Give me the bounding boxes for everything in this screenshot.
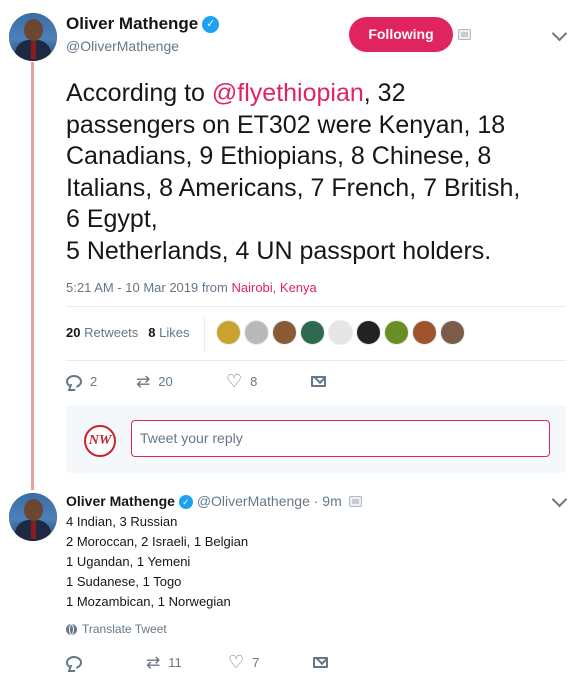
chevron-down-icon[interactable] (551, 491, 568, 508)
liker-avatar[interactable] (356, 320, 381, 345)
liker-avatar[interactable] (440, 320, 465, 345)
reply-line: 1 Mozambican, 1 Norwegian (66, 594, 231, 609)
heart-icon: ♡ (226, 371, 243, 391)
like-action[interactable]: ♡ 8 (226, 372, 311, 390)
tweet-line-5: 6 Egypt, (66, 205, 158, 233)
liker-avatar[interactable] (384, 320, 409, 345)
reply-author-handle[interactable]: @OliverMathenge (197, 493, 310, 509)
reply-text: 4 Indian, 3 Russian 2 Moroccan, 2 Israel… (66, 512, 248, 612)
location-link[interactable]: Nairobi, Kenya (231, 280, 316, 295)
image-icon (458, 29, 471, 40)
reply-line: 1 Sudanese, 1 Togo (66, 574, 182, 589)
timestamp[interactable]: 5:21 AM - 10 Mar 2019 from (66, 280, 228, 295)
engagement-stats: 20 Retweets 8 Likes (66, 325, 190, 340)
liker-avatar[interactable] (412, 320, 437, 345)
verified-badge-icon: ✓ (178, 495, 193, 510)
reply-icon (66, 655, 82, 669)
tweet-meta: 5:21 AM - 10 Mar 2019 from Nairobi, Keny… (66, 280, 317, 295)
liker-avatar[interactable] (272, 320, 297, 345)
user-avatar-logo[interactable]: NW (84, 425, 116, 457)
liker-avatar[interactable] (244, 320, 269, 345)
reply-actions: ⇄ 11 ♡ 7 (66, 653, 328, 671)
message-icon (311, 375, 326, 387)
tweet-line-4: Italians, 8 Americans, 7 French, 7 Briti… (66, 173, 521, 202)
image-icon (349, 496, 362, 507)
tweet-line-2: passengers on ET302 were Kenyan, 18 (66, 110, 506, 139)
reply-header: Oliver Mathenge ✓ @OliverMathenge · 9m (66, 493, 342, 510)
likes-stat[interactable]: 8 Likes (148, 325, 189, 340)
reply-action[interactable]: 2 (66, 374, 136, 389)
tweet-text: According to @flyethiopian, 32 passenger… (66, 78, 566, 267)
liker-avatar[interactable] (328, 320, 353, 345)
reply-icon (66, 374, 82, 388)
reply-time[interactable]: · 9m (314, 493, 342, 509)
chevron-down-icon[interactable] (551, 25, 568, 42)
reply-line: 1 Ugandan, 1 Yemeni (66, 554, 191, 569)
tweet-line-1: According to @flyethiopian, 32 (66, 79, 406, 107)
liker-avatar[interactable] (216, 320, 241, 345)
retweet-icon: ⇄ (146, 652, 161, 672)
divider (66, 306, 566, 307)
translate-tweet-link[interactable]: Translate Tweet (66, 622, 167, 636)
tweet-actions: 2 ⇄ 20 ♡ 8 (66, 372, 326, 390)
globe-icon (66, 623, 77, 635)
mention-link[interactable]: @flyethiopian (212, 79, 364, 107)
message-icon (313, 656, 328, 668)
divider (66, 360, 566, 361)
following-button[interactable]: Following (349, 17, 453, 52)
retweet-action[interactable]: ⇄ 20 (136, 373, 226, 390)
tweet-line-3: Canadians, 9 Ethiopians, 8 Chinese, 8 (66, 142, 492, 170)
reply-composer: NW Tweet your reply (66, 405, 566, 473)
heart-icon: ♡ (228, 652, 245, 672)
liker-avatar[interactable] (300, 320, 325, 345)
reply-line: 4 Indian, 3 Russian (66, 514, 178, 529)
author-avatar[interactable] (9, 13, 57, 61)
stats-separator (204, 318, 205, 352)
author-handle[interactable]: @OliverMathenge (66, 38, 179, 54)
retweets-stat[interactable]: 20 Retweets (66, 325, 138, 340)
message-action[interactable] (313, 656, 328, 668)
thread-connector (31, 62, 34, 490)
tweet-line-6: 5 Netherlands, 4 UN passport holders. (66, 236, 492, 265)
reply-author-name[interactable]: Oliver Mathenge (66, 493, 175, 509)
retweet-action[interactable]: ⇄ 11 (146, 654, 228, 671)
author-name[interactable]: Oliver Mathenge ✓ (66, 14, 220, 34)
reply-action[interactable] (66, 655, 146, 669)
reply-line: 2 Moroccan, 2 Israeli, 1 Belgian (66, 534, 249, 549)
retweet-icon: ⇄ (136, 371, 151, 391)
reply-input[interactable]: Tweet your reply (131, 420, 550, 457)
verified-badge-icon: ✓ (202, 16, 220, 34)
reply-author-avatar[interactable] (9, 493, 57, 541)
like-action[interactable]: ♡ 7 (228, 653, 313, 671)
message-action[interactable] (311, 375, 326, 387)
likers-avatars (216, 320, 465, 345)
